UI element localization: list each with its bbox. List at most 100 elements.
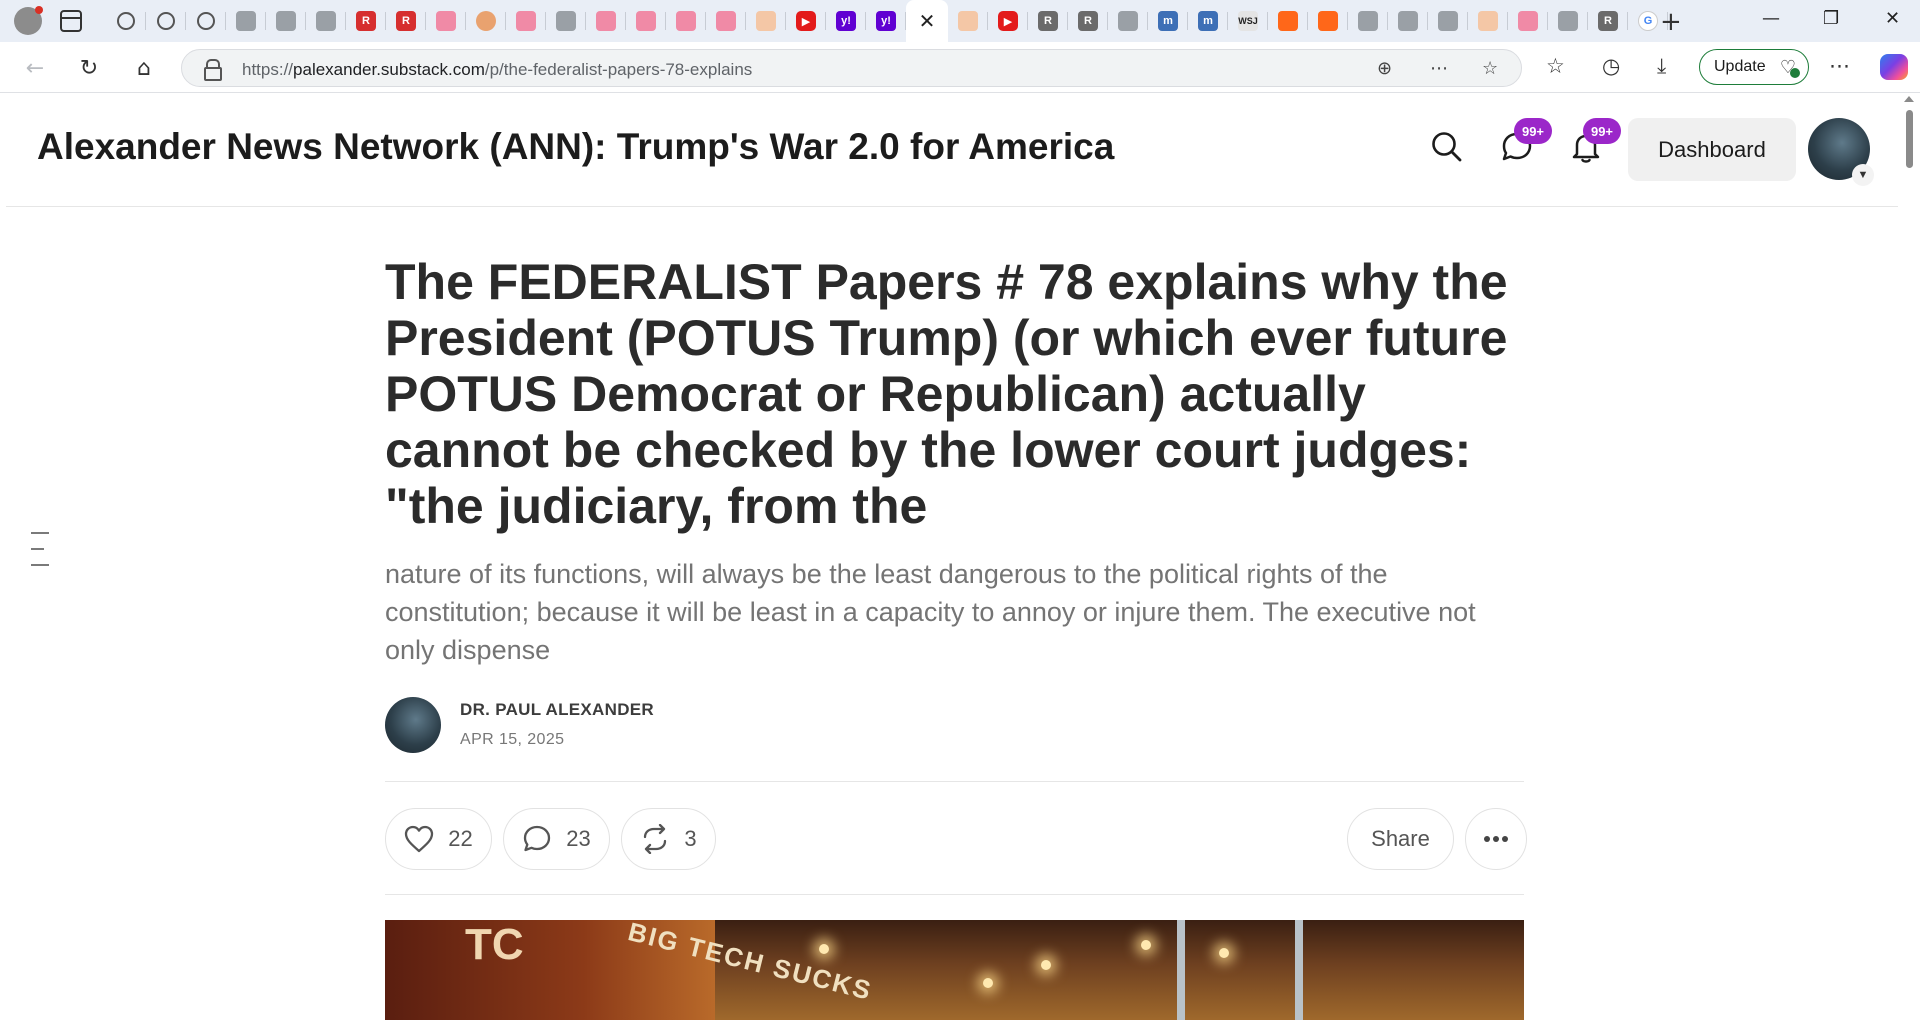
tab-actions-icon[interactable]	[60, 10, 82, 32]
reading-view-icon[interactable]: ⋯	[1430, 58, 1448, 79]
browser-tab[interactable]	[948, 0, 988, 42]
fox-news-icon	[236, 11, 256, 31]
video-icon	[596, 11, 616, 31]
more-options-button[interactable]	[1465, 808, 1527, 870]
browser-tab[interactable]	[1348, 0, 1388, 42]
google-icon: G	[1638, 11, 1658, 31]
browser-tab[interactable]	[306, 0, 346, 42]
browser-tab[interactable]	[1468, 0, 1508, 42]
ellipsis-icon	[1484, 836, 1508, 842]
back-icon[interactable]: ←	[21, 54, 49, 82]
share-button[interactable]: Share	[1347, 808, 1454, 870]
scroll-up-icon[interactable]	[1904, 96, 1914, 102]
page-scrollbar[interactable]	[1898, 94, 1920, 1020]
video-icon	[516, 11, 536, 31]
site-info-icon[interactable]	[204, 59, 222, 81]
copilot-icon[interactable]	[1880, 54, 1908, 80]
browser-tab[interactable]	[706, 0, 746, 42]
like-button[interactable]: 22	[385, 808, 492, 870]
browser-tab[interactable]: y!	[826, 0, 866, 42]
browser-tab[interactable]: y!	[866, 0, 906, 42]
browser-tab[interactable]	[1108, 0, 1148, 42]
reload-icon[interactable]: ↻	[75, 54, 103, 82]
hero-beam	[1295, 920, 1303, 1020]
browser-tab[interactable]	[186, 0, 226, 42]
restack-button[interactable]: 3	[621, 808, 716, 870]
browser-tab[interactable]	[226, 0, 266, 42]
browser-tab[interactable]	[1508, 0, 1548, 42]
browser-tab[interactable]	[626, 0, 666, 42]
bird-icon	[1398, 11, 1418, 31]
site-header: Alexander News Network (ANN): Trump's Wa…	[6, 94, 1898, 207]
tab-active[interactable]: ✕	[906, 0, 948, 42]
favorite-star-icon[interactable]: ☆	[1482, 58, 1498, 79]
search-icon	[1118, 11, 1138, 31]
browser-tab[interactable]	[106, 0, 146, 42]
browser-tab[interactable]	[546, 0, 586, 42]
author-avatar[interactable]	[385, 697, 441, 753]
browser-tab[interactable]	[1388, 0, 1428, 42]
browser-tab[interactable]	[746, 0, 786, 42]
post-title: The FEDERALIST Papers # 78 explains why …	[385, 254, 1508, 534]
downloads-icon[interactable]: ⤓	[1657, 54, 1666, 79]
b-icon	[756, 11, 776, 31]
notifications-button[interactable]: 99+	[1569, 118, 1621, 164]
chart-icon	[1438, 11, 1458, 31]
restore-icon[interactable]: ❐	[1823, 8, 1839, 29]
profile-avatar[interactable]	[14, 6, 43, 35]
m-icon: m	[1158, 11, 1178, 31]
browser-tab[interactable]	[466, 0, 506, 42]
update-button[interactable]: Update ♡	[1699, 49, 1809, 85]
yahoo-icon: y!	[836, 11, 856, 31]
browser-tab[interactable]: R	[1588, 0, 1628, 42]
scrollbar-thumb[interactable]	[1906, 110, 1913, 168]
window-close-icon[interactable]: ✕	[1885, 8, 1900, 29]
browser-tab[interactable]	[666, 0, 706, 42]
post-hero-image[interactable]: TC BIG TECH SUCKS	[385, 920, 1524, 1020]
zoom-icon[interactable]: ⊕	[1377, 58, 1392, 79]
b-icon	[1478, 11, 1498, 31]
browser-tab[interactable]	[1548, 0, 1588, 42]
browser-tab[interactable]: R	[386, 0, 426, 42]
browser-tab[interactable]: R	[1068, 0, 1108, 42]
url-text[interactable]: https://palexander.substack.com/p/the-fe…	[242, 60, 752, 80]
pdf-icon	[436, 11, 456, 31]
browser-tab[interactable]	[1268, 0, 1308, 42]
globe-icon	[117, 12, 135, 30]
close-icon[interactable]: ✕	[919, 9, 936, 33]
home-icon[interactable]: ⌂	[130, 54, 158, 82]
browser-tab[interactable]	[266, 0, 306, 42]
browser-tab[interactable]: R	[346, 0, 386, 42]
favorites-icon[interactable]: ☆	[1546, 54, 1565, 78]
chevron-down-icon[interactable]: ▼	[1852, 164, 1874, 186]
browser-tab[interactable]: m	[1188, 0, 1228, 42]
more-menu-icon[interactable]: ⋯	[1829, 54, 1850, 78]
address-bar[interactable]: https://palexander.substack.com/p/the-fe…	[181, 49, 1522, 87]
browser-tab[interactable]: ▶	[988, 0, 1028, 42]
search-icon[interactable]	[1430, 130, 1464, 164]
site-title[interactable]: Alexander News Network (ANN): Trump's Wa…	[37, 126, 1114, 168]
browser-tab[interactable]: R	[1028, 0, 1068, 42]
ceiling-light	[819, 944, 829, 954]
browser-tab[interactable]: m	[1148, 0, 1188, 42]
ceiling-light	[1041, 960, 1051, 970]
author-name[interactable]: DR. PAUL ALEXANDER	[460, 700, 654, 720]
browser-tab[interactable]	[146, 0, 186, 42]
dashboard-button[interactable]: Dashboard	[1628, 118, 1796, 181]
restack-icon	[644, 824, 667, 854]
browser-tab[interactable]: ▶	[786, 0, 826, 42]
browser-tab[interactable]: WSJ	[1228, 0, 1268, 42]
browser-tab[interactable]	[506, 0, 546, 42]
history-icon[interactable]: ◷	[1602, 54, 1620, 78]
chat-button[interactable]: 99+	[1500, 118, 1552, 164]
browser-toolbar: ← ↻ ⌂ https://palexander.substack.com/p/…	[0, 42, 1920, 93]
new-tab-button[interactable]: +	[1660, 7, 1682, 37]
comment-button[interactable]: 23	[503, 808, 610, 870]
table-of-contents-icon[interactable]	[31, 532, 49, 580]
browser-tab[interactable]	[1308, 0, 1348, 42]
browser-tab[interactable]	[426, 0, 466, 42]
browser-tab[interactable]	[586, 0, 626, 42]
browser-tab[interactable]	[1428, 0, 1468, 42]
rk-icon: R	[1038, 11, 1058, 31]
minimize-icon[interactable]: —	[1762, 8, 1780, 29]
